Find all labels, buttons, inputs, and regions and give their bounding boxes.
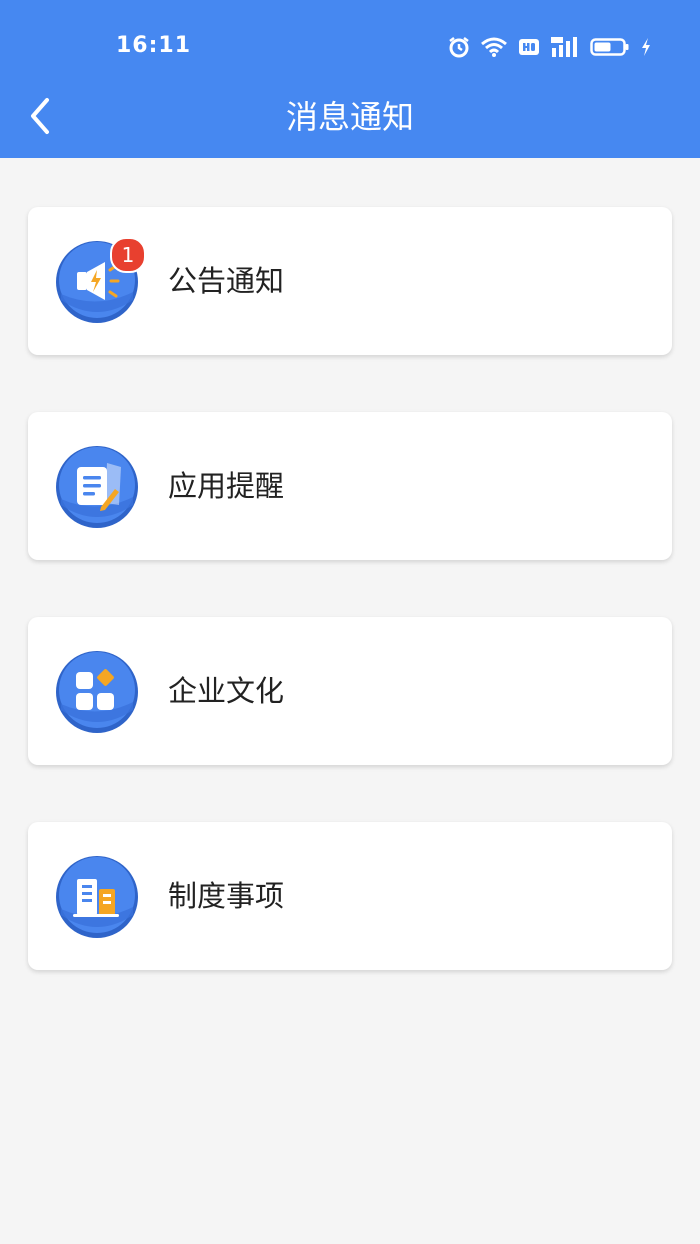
list-item-label: 应用提醒 (168, 469, 285, 503)
nav-bar: 消息通知 (0, 88, 700, 150)
list-item-label: 企业文化 (168, 674, 285, 708)
signal-5g-icon (550, 36, 580, 58)
page-title: 消息通知 (285, 98, 414, 136)
status-bar: 16:11 (0, 0, 700, 92)
list-item-policies[interactable]: 制度事项 (28, 822, 672, 970)
status-time: 16:11 (116, 33, 192, 58)
charging-icon (640, 37, 652, 57)
list-item-announcements[interactable]: 1 公告通知 (28, 207, 672, 355)
document-pen-icon (55, 445, 139, 529)
status-icons (448, 34, 652, 60)
list-item-corporate-culture[interactable]: 企业文化 (28, 617, 672, 765)
hd-icon (518, 38, 540, 56)
alarm-icon (448, 36, 470, 58)
chevron-left-icon (27, 96, 53, 140)
app-header: 16:11 消息通知 (0, 0, 700, 158)
unread-count-badge: 1 (110, 237, 146, 273)
list-item-app-reminders[interactable]: 应用提醒 (28, 412, 672, 560)
building-icon (55, 855, 139, 939)
message-category-list: 1 公告通知 应用提醒 企业文化 制度事项 (28, 207, 672, 1027)
list-item-label: 制度事项 (168, 879, 285, 913)
wifi-icon (480, 36, 508, 58)
grid-tiles-icon (55, 650, 139, 734)
back-button[interactable] (18, 94, 62, 142)
list-item-label: 公告通知 (168, 264, 285, 298)
battery-icon (590, 37, 630, 57)
